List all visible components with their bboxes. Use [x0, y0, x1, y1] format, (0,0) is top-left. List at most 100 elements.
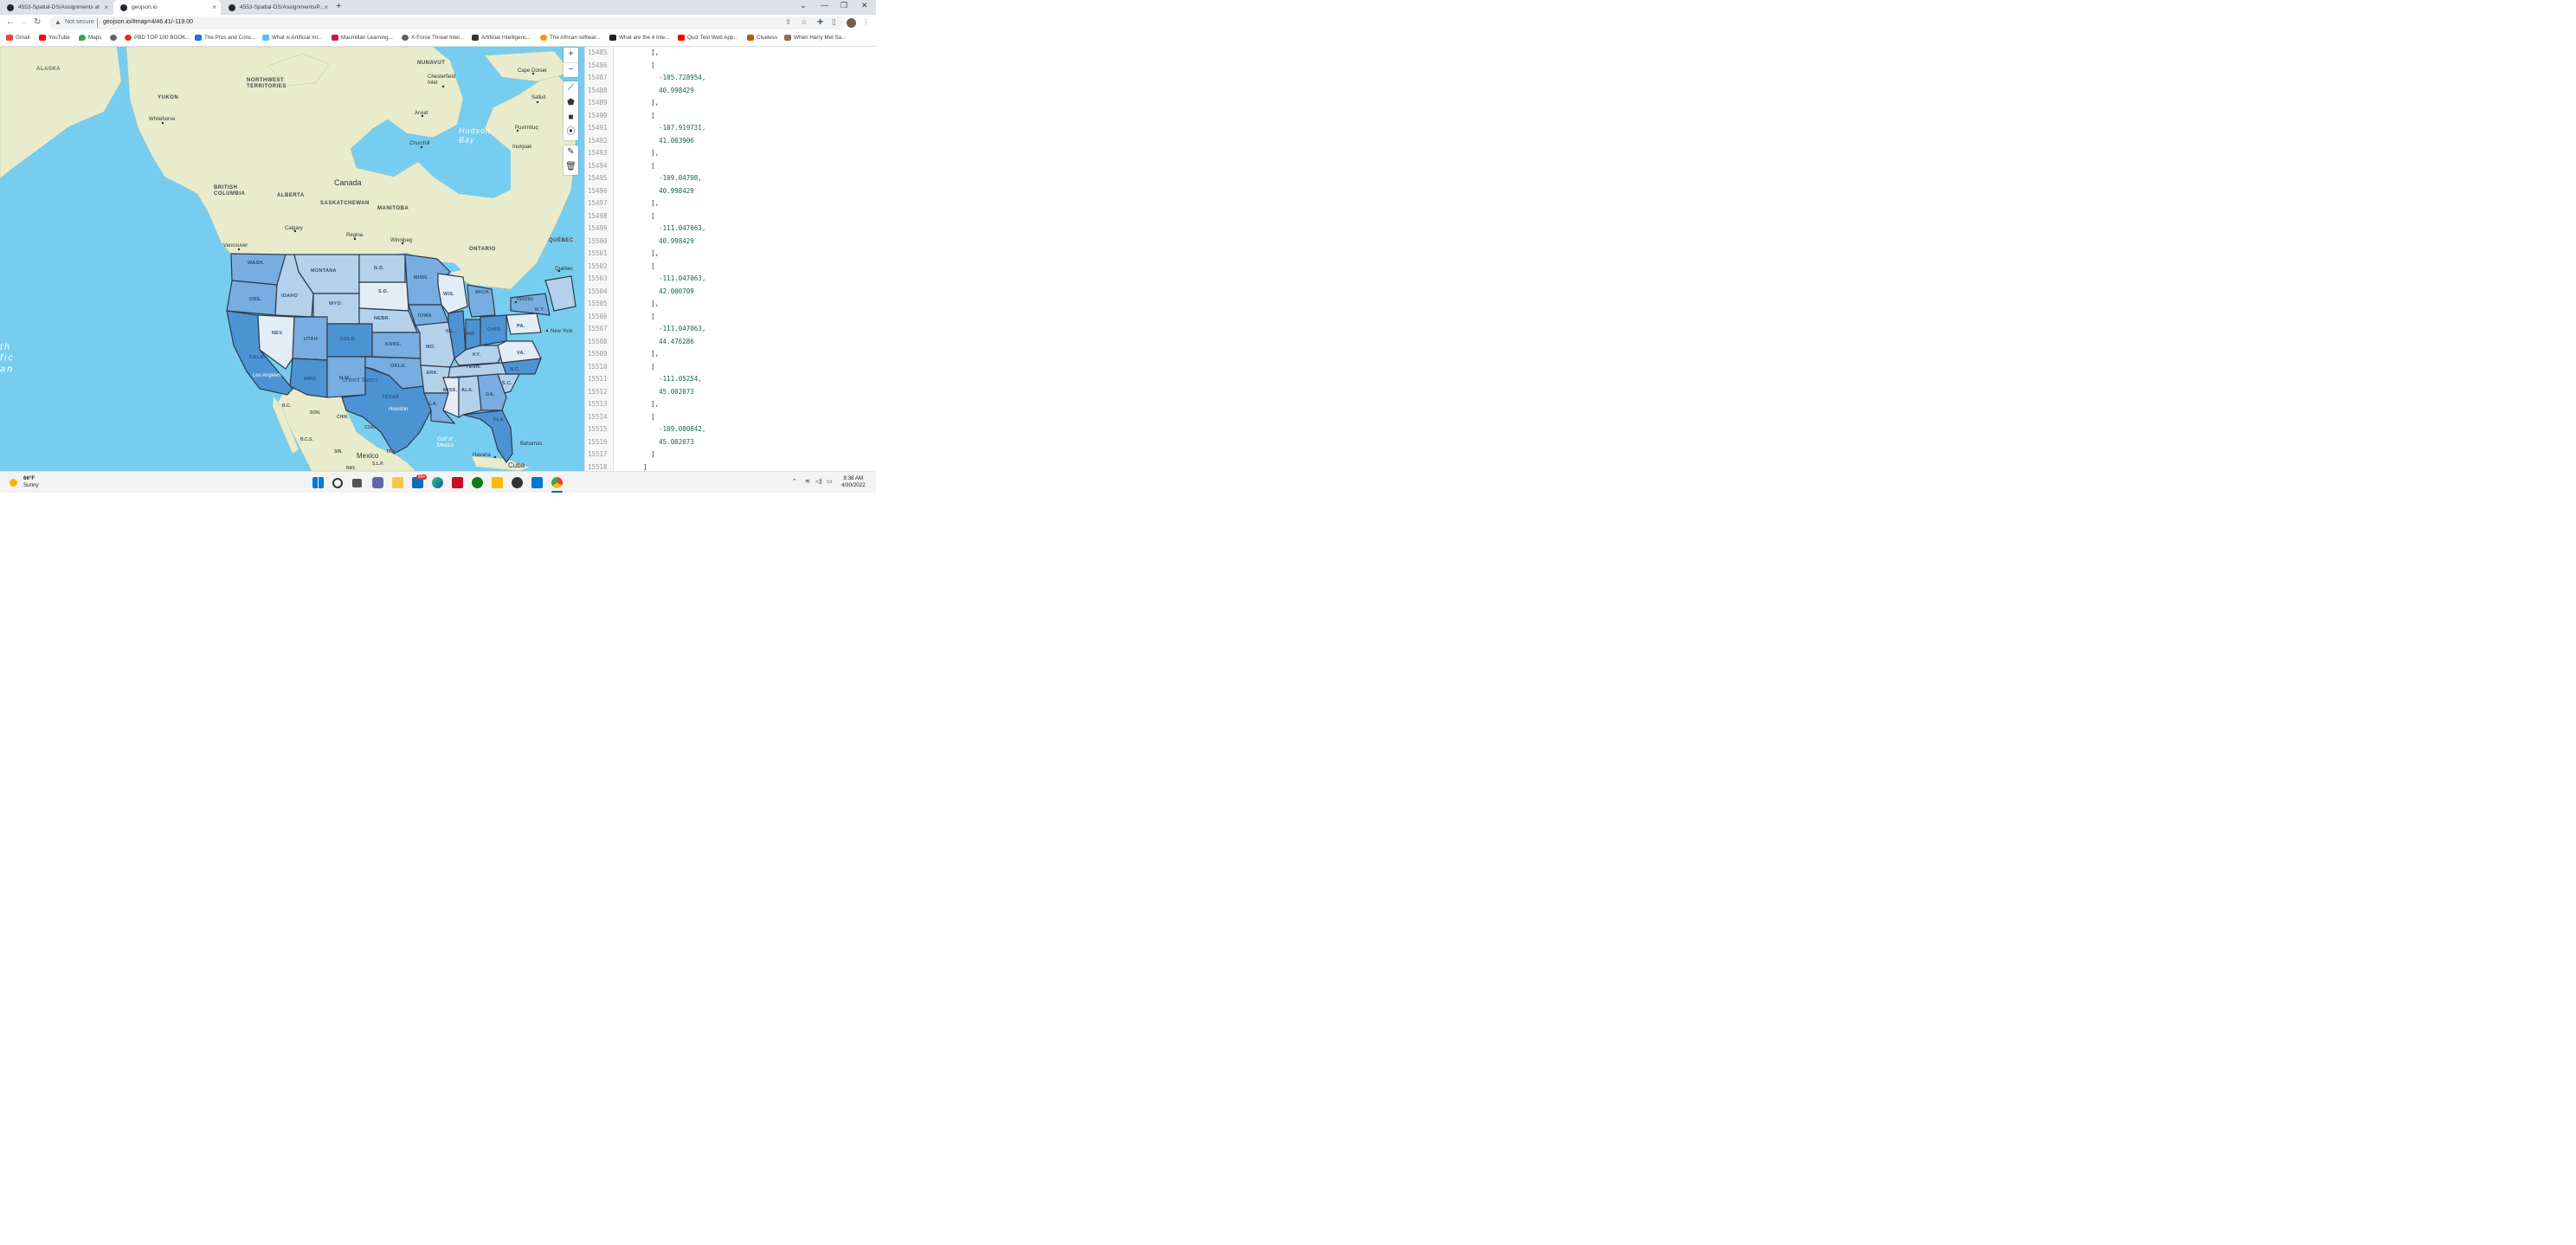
code-line[interactable]: 15486 [: [585, 60, 876, 73]
us-states[interactable]: [226, 253, 576, 464]
code-line[interactable]: 15518 ]: [585, 461, 876, 472]
tab-github-assignments[interactable]: 4553-Spatial-DS/Assignments at ×: [0, 0, 113, 15]
window-close-icon[interactable]: ✕: [861, 1, 868, 10]
code-line[interactable]: 15504 42.000709: [585, 286, 876, 299]
draw-marker-icon[interactable]: ⦿: [564, 126, 578, 139]
system-clock[interactable]: 9:38 AM 4/30/2022: [841, 475, 866, 489]
state-new-england[interactable]: [544, 275, 576, 312]
code-line[interactable]: 15491 -107.919731,: [585, 122, 876, 135]
code-line[interactable]: 15495 -109.04798,: [585, 172, 876, 185]
code-line[interactable]: 15509 ],: [585, 348, 876, 361]
volume-icon[interactable]: ◁): [815, 478, 822, 485]
file-explorer-store-icon[interactable]: [392, 477, 403, 488]
code-line[interactable]: 15512 45.002073: [585, 386, 876, 399]
code-line[interactable]: 15488 40.998429: [585, 85, 876, 98]
avatar[interactable]: [847, 18, 856, 28]
code-line[interactable]: 15498 [: [585, 210, 876, 223]
code-line[interactable]: 15513 ],: [585, 398, 876, 411]
xbox-icon[interactable]: [472, 477, 483, 488]
code-line[interactable]: 15515 -109.080842,: [585, 423, 876, 436]
code-line[interactable]: 15485 ],: [585, 47, 876, 60]
battery-icon[interactable]: ▭: [827, 478, 833, 485]
state-alabama[interactable]: [458, 375, 482, 419]
share-icon[interactable]: ⇪: [785, 17, 791, 27]
chrome-icon[interactable]: [551, 477, 563, 488]
bookmark-xforce[interactable]: X-Force Threat Intel...: [402, 35, 464, 41]
warning-icon[interactable]: ▲: [55, 18, 61, 26]
bookmark-african-software[interactable]: The African softwar...: [540, 35, 601, 41]
code-line[interactable]: 15492 41.003906: [585, 135, 876, 148]
extensions-icon[interactable]: ✚: [817, 17, 823, 27]
minimize-icon[interactable]: —: [821, 1, 828, 10]
close-icon[interactable]: ×: [104, 3, 108, 11]
trash-icon[interactable]: 🗑: [564, 160, 578, 174]
bookmark-ai[interactable]: What is Artificial Int...: [262, 35, 322, 41]
zoom-out-button[interactable]: −: [564, 62, 578, 77]
security-status[interactable]: Not secure: [65, 19, 94, 25]
code-line[interactable]: 15506 [: [585, 311, 876, 324]
search-icon[interactable]: [332, 478, 343, 488]
media-player-icon[interactable]: [512, 477, 523, 488]
code-line[interactable]: 15494 [: [585, 160, 876, 173]
folder-icon[interactable]: [492, 477, 503, 488]
bookmark-quiz[interactable]: Quiz Test Web App...: [678, 35, 738, 41]
code-line[interactable]: 15502 [: [585, 261, 876, 274]
code-line[interactable]: 15503 -111.047063,: [585, 273, 876, 286]
tab-geojson[interactable]: geojson.io ×: [113, 0, 221, 15]
code-line[interactable]: 15487 -105.728954,: [585, 72, 876, 85]
url-text[interactable]: geojson.io/#map=4/46.41/-119.00: [103, 19, 193, 25]
weather-widget[interactable]: 66°F Sunny: [23, 475, 39, 489]
tab-github-assignments-p[interactable]: 4553-Spatial-DS/Assignments/P... ×: [222, 0, 332, 15]
restore-icon[interactable]: ❐: [840, 1, 847, 10]
draw-rectangle-icon[interactable]: ■: [564, 111, 578, 125]
bookmark-when-harry[interactable]: When Harry Met Sa...: [784, 35, 847, 41]
edge-icon[interactable]: [432, 477, 443, 488]
state-south-dakota[interactable]: [358, 281, 409, 312]
tab-search-icon[interactable]: ⌄: [800, 1, 807, 10]
map-view[interactable]: ALASKA YUKON NORTHWEST TERRITORIES NUNAVU…: [0, 47, 584, 471]
geojson-code-editor[interactable]: 15485 ], 15486 [15487 -105.728954, 15488 4…: [584, 47, 876, 471]
bookmark-clueless[interactable]: Clueless: [747, 35, 777, 41]
bookmark-maps[interactable]: Maps: [79, 35, 101, 41]
bookmark-pros-cons[interactable]: The Pros and Cons...: [195, 35, 256, 41]
close-icon[interactable]: ×: [212, 3, 216, 11]
close-icon[interactable]: ×: [324, 3, 328, 11]
code-line[interactable]: 15493 ],: [585, 147, 876, 160]
state-washington[interactable]: [230, 253, 287, 286]
edit-icon[interactable]: ✎: [564, 145, 578, 159]
code-line[interactable]: 15490 [: [585, 110, 876, 123]
forward-icon[interactable]: →: [20, 17, 29, 27]
code-line[interactable]: 15507 -111.047063,: [585, 323, 876, 336]
weather-sun-icon[interactable]: [10, 479, 17, 487]
bookmark-four-inte[interactable]: What are the 4 Inte...: [609, 35, 670, 41]
bookmark-artificial-intelligence[interactable]: Artificial Intelligenc...: [472, 35, 531, 41]
code-line[interactable]: 15505 ],: [585, 298, 876, 311]
bookmark-youtube[interactable]: YouTube: [39, 35, 70, 41]
bookmark-pbd[interactable]: PBD TOP 100 BOOK...: [125, 35, 190, 41]
app-icon[interactable]: [452, 477, 463, 488]
code-line[interactable]: 15489 ],: [585, 97, 876, 110]
side-panel-icon[interactable]: ▯: [832, 17, 836, 27]
windows-start-icon[interactable]: [312, 477, 324, 488]
bookmark-gmail[interactable]: Gmail: [6, 35, 29, 41]
task-view-icon[interactable]: [352, 479, 362, 487]
new-tab-button[interactable]: +: [336, 1, 341, 11]
code-line[interactable]: 15508 44.476286: [585, 336, 876, 349]
code-line[interactable]: 15500 40.998429: [585, 235, 876, 248]
teams-chat-icon[interactable]: [372, 477, 383, 488]
wifi-icon[interactable]: ≋: [805, 478, 810, 485]
zoom-in-button[interactable]: +: [564, 48, 578, 61]
bookmark-globe[interactable]: [110, 35, 119, 41]
star-icon[interactable]: ☆: [801, 17, 808, 27]
code-line[interactable]: 15497 ],: [585, 197, 876, 210]
bookmark-macmillan[interactable]: Macmillan Learning...: [332, 35, 393, 41]
map-canvas[interactable]: ALASKA YUKON NORTHWEST TERRITORIES NUNAVU…: [0, 47, 584, 471]
code-line[interactable]: 15501 ],: [585, 248, 876, 261]
code-line[interactable]: 15516 45.002073: [585, 436, 876, 449]
code-line[interactable]: 15496 40.998429: [585, 185, 876, 198]
code-line[interactable]: 15514 [: [585, 411, 876, 424]
code-line[interactable]: 15510 [: [585, 361, 876, 374]
vscode-icon[interactable]: [531, 477, 543, 488]
code-line[interactable]: 15517 ]: [585, 448, 876, 461]
back-icon[interactable]: ←: [6, 17, 15, 27]
